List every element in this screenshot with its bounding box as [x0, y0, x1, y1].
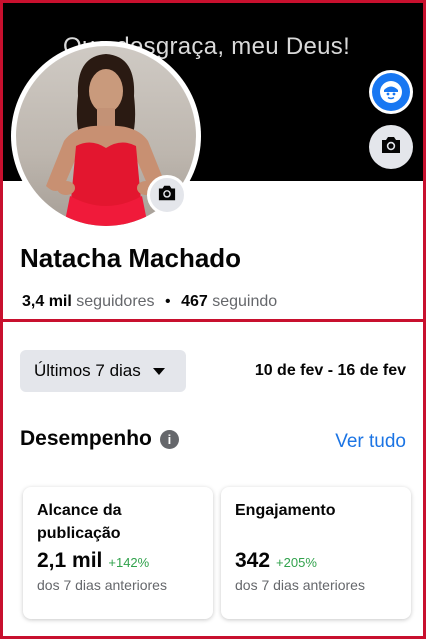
date-range-text: 10 de fev - 16 de fev: [254, 362, 406, 379]
card-value-row: 342 +205%: [235, 549, 397, 573]
card-title: Engajamento: [235, 502, 336, 519]
following-label[interactable]: seguindo: [212, 293, 277, 310]
date-range-dropdown[interactable]: Últimos 7 dias: [20, 350, 186, 392]
card-value: 342: [235, 549, 271, 572]
avatar-edit-button[interactable]: [369, 70, 413, 114]
profile-picture[interactable]: [11, 41, 201, 231]
profile-name: Natacha Machado: [20, 243, 242, 273]
see-all-link[interactable]: Ver tudo: [335, 431, 406, 453]
camera-icon: [380, 135, 402, 160]
profile-screen: Que desgraça, meu Deus! Natacha Machado …: [3, 3, 423, 636]
profile-camera-button[interactable]: [147, 175, 187, 215]
card-change: +142%: [108, 555, 150, 570]
card-value: 2,1 mil: [37, 549, 103, 572]
card-change: +205%: [276, 555, 317, 570]
camera-icon: [157, 184, 177, 207]
stats-separator: •: [165, 293, 171, 310]
engagement-card[interactable]: Engajamento 342 +205% dos 7 dias anterio…: [221, 487, 411, 619]
section-divider: [3, 319, 423, 322]
performance-title: Desempenho: [20, 427, 152, 450]
card-subtitle: dos 7 dias anteriores: [37, 577, 167, 593]
card-value-row: 2,1 mil +142%: [37, 549, 199, 573]
followers-count[interactable]: 3,4 mil: [22, 293, 72, 310]
card-title: Alcance da publicação: [37, 502, 122, 542]
performance-header: Desempenho i: [20, 427, 179, 451]
reach-card[interactable]: Alcance da publicação 2,1 mil +142% dos …: [23, 487, 213, 619]
card-subtitle: dos 7 dias anteriores: [235, 577, 365, 593]
caret-down-icon: [152, 361, 165, 381]
avatar-icon: [372, 73, 410, 111]
followers-label[interactable]: seguidores: [76, 293, 154, 310]
date-range-dropdown-label: Últimos 7 dias: [34, 361, 141, 380]
following-count[interactable]: 467: [181, 293, 208, 310]
follow-stats: 3,4 mil seguidores • 467 seguindo: [22, 293, 277, 311]
info-icon[interactable]: i: [159, 429, 179, 449]
cover-camera-button[interactable]: [369, 125, 413, 169]
